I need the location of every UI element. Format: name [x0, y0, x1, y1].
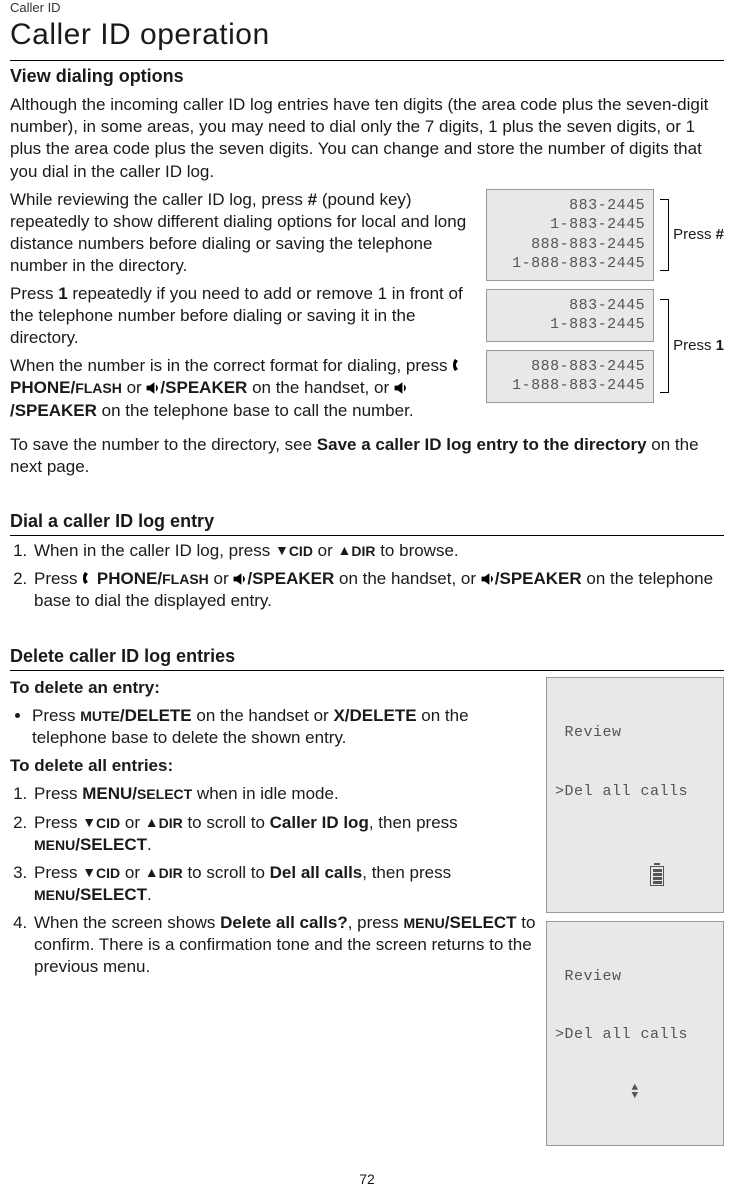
down-arrow-icon: ▼ — [82, 863, 96, 881]
phone-icon — [82, 571, 92, 585]
divider — [10, 670, 724, 671]
divider — [10, 60, 724, 61]
lcd-del-all-1: Review >Del all calls — [546, 677, 724, 912]
page-title: Caller ID operation — [10, 15, 724, 54]
press-1-label: Press 1 — [673, 336, 724, 356]
battery-icon — [650, 866, 664, 886]
divider — [10, 535, 724, 536]
lcd-press1-top: 883-2445 1-883-2445 — [486, 289, 654, 342]
para: To save the number to the directory, see… — [10, 434, 724, 478]
lcd-delete-group: Review >Del all calls Review >Del all ca… — [546, 677, 724, 1145]
page-number: 72 — [10, 1170, 724, 1188]
up-arrow-icon: ▲ — [145, 863, 159, 881]
speaker-icon — [481, 573, 495, 585]
down-arrow-icon: ▼ — [82, 813, 96, 831]
phone-icon — [452, 358, 462, 372]
list-item: When in the caller ID log, press ▼CID or… — [32, 540, 724, 562]
up-arrow-icon: ▲ — [338, 541, 352, 559]
section-heading-view-options: View dialing options — [10, 65, 724, 88]
press-hash-label: Press # — [673, 225, 724, 245]
list-item: Press PHONE/FLASH or /SPEAKER on the han… — [32, 568, 724, 612]
updown-icon: ▲▼ — [555, 1084, 715, 1100]
para: Although the incoming caller ID log entr… — [10, 94, 724, 182]
section-heading-delete: Delete caller ID log entries — [10, 645, 724, 668]
lcd-del-all-2: Review >Del all calls ▲▼ — [546, 921, 724, 1146]
speaker-icon — [233, 573, 247, 585]
speaker-icon — [146, 382, 160, 394]
up-arrow-icon: ▲ — [145, 813, 159, 831]
down-arrow-icon: ▼ — [275, 541, 289, 559]
lcd-press1-bottom: 888-883-2445 1-888-883-2445 — [486, 350, 654, 403]
lcd-examples-group: 883-2445 1-883-2445 888-883-2445 1-888-8… — [486, 189, 724, 403]
speaker-icon — [394, 382, 408, 394]
dial-steps-list: When in the caller ID log, press ▼CID or… — [10, 540, 724, 612]
lcd-hash-options: 883-2445 1-883-2445 888-883-2445 1-888-8… — [486, 189, 654, 281]
section-heading-dial-entry: Dial a caller ID log entry — [10, 510, 724, 533]
